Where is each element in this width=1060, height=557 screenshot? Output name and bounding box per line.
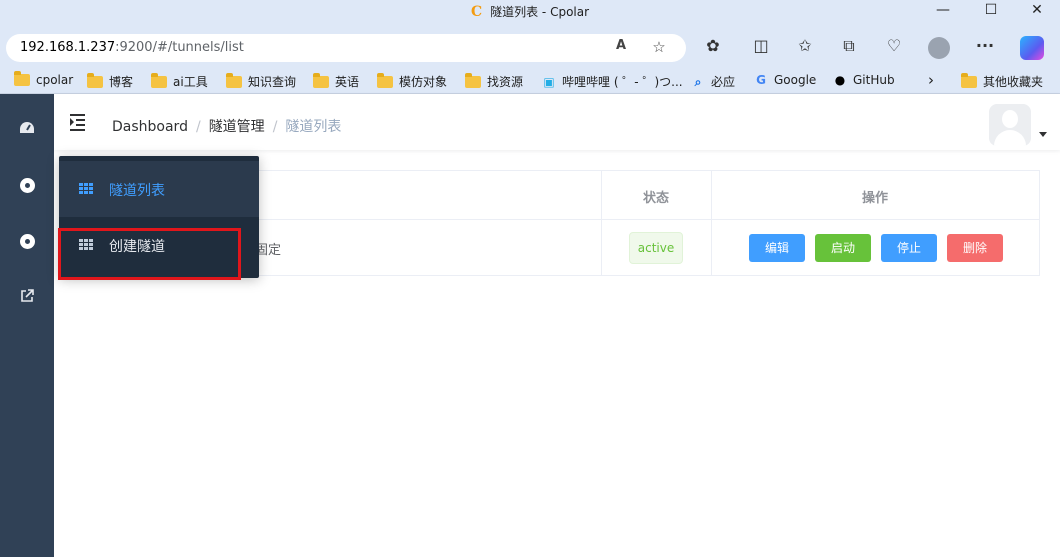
- bookmark-label: GitHub: [853, 73, 895, 87]
- more-menu-icon[interactable]: ···: [972, 36, 998, 58]
- cpolar-logo-icon: C: [470, 4, 483, 20]
- address-bar[interactable]: 192.168.1.237:9200/#/tunnels/list A ☆: [6, 34, 686, 62]
- breadcrumb-separator: /: [195, 119, 201, 135]
- bookmark-item[interactable]: ⌕ 必应: [690, 73, 735, 91]
- browser-toolbar: 192.168.1.237:9200/#/tunnels/list A ☆ ✿ …: [0, 22, 1060, 68]
- stop-button[interactable]: 停止: [881, 234, 937, 262]
- folder-icon: [151, 73, 167, 88]
- user-avatar[interactable]: [989, 104, 1031, 146]
- extensions-icon[interactable]: ✿: [700, 36, 726, 58]
- bookmark-item[interactable]: 博客: [87, 73, 133, 91]
- window-title: C 隧道列表 - Cpolar: [0, 3, 1060, 20]
- bookmark-label: ai工具: [173, 75, 208, 89]
- bookmark-item[interactable]: ai工具: [151, 73, 208, 91]
- bookmark-item[interactable]: 找资源: [465, 73, 523, 91]
- bookmark-label: 知识查询: [248, 75, 297, 89]
- url-text[interactable]: 192.168.1.237:9200/#/tunnels/list: [20, 40, 244, 55]
- favorite-star-icon[interactable]: ☆: [648, 38, 670, 58]
- folder-icon: [313, 73, 329, 88]
- submenu-item-tunnel-list[interactable]: 隧道列表: [59, 161, 259, 217]
- url-host: 192.168.1.237: [20, 40, 116, 55]
- github-icon: ●: [834, 73, 846, 87]
- bookmark-label: 英语: [335, 75, 360, 89]
- bookmark-item[interactable]: ▣ 哔哩哔哩 ( ゜- ゜)つ...: [541, 73, 683, 91]
- bookmark-label: 其他收藏夹: [983, 75, 1044, 89]
- bookmarks-overflow-chevron-icon[interactable]: ›: [928, 71, 934, 89]
- start-button[interactable]: 启动: [815, 234, 871, 262]
- grid-icon: [79, 183, 93, 196]
- tunnel-management-icon[interactable]: [17, 176, 37, 196]
- bookmark-item[interactable]: cpolar: [14, 71, 74, 91]
- google-icon: G: [756, 73, 766, 87]
- bookmark-label: cpolar: [36, 73, 74, 87]
- breadcrumb-dashboard[interactable]: Dashboard: [112, 119, 188, 135]
- folder-icon: [377, 73, 393, 88]
- status-badge: active: [629, 232, 683, 264]
- minimize-button[interactable]: —: [928, 2, 958, 20]
- browser-health-icon[interactable]: ♡: [881, 36, 907, 58]
- bookmark-label: Google: [774, 73, 817, 87]
- folder-icon: [465, 73, 481, 88]
- submenu-item-label: 隧道列表: [109, 183, 165, 199]
- caret-down-icon[interactable]: [1039, 132, 1047, 137]
- folder-icon: [87, 73, 103, 88]
- app-sidebar: [0, 94, 54, 557]
- edit-button[interactable]: 编辑: [749, 234, 805, 262]
- bookmark-label: 模仿对象: [399, 75, 448, 89]
- sidebar-toggle-icon[interactable]: [70, 114, 88, 131]
- bookmark-item[interactable]: 模仿对象: [377, 73, 447, 91]
- other-favorites-folder[interactable]: 其他收藏夹: [961, 73, 1043, 91]
- bookmark-label: 找资源: [487, 75, 524, 89]
- breadcrumb-tunnel-list: 隧道列表: [285, 119, 342, 135]
- external-link-icon[interactable]: [17, 288, 37, 308]
- bookmark-item[interactable]: 英语: [313, 73, 359, 91]
- split-screen-icon[interactable]: ◫: [748, 36, 774, 58]
- folder-icon: [226, 73, 242, 88]
- breadcrumb: Dashboard / 隧道管理 / 隧道列表: [112, 116, 341, 136]
- bilibili-icon: ▣: [543, 75, 555, 89]
- bing-search-icon: ⌕: [694, 75, 702, 89]
- highlight-annotation-box: [58, 228, 241, 280]
- bookmark-item[interactable]: ● GitHub: [832, 73, 895, 91]
- dashboard-gauge-icon[interactable]: [17, 120, 37, 140]
- bookmarks-bar: cpolar 博客 ai工具 知识查询 英语 模仿对象 找资源 ▣ 哔哩哔哩 ( …: [0, 68, 1060, 94]
- bookmark-item[interactable]: 知识查询: [226, 73, 296, 91]
- maximize-button[interactable]: ☐: [976, 2, 1006, 20]
- window-title-bar: C 隧道列表 - Cpolar — ☐ ✕: [0, 0, 1060, 22]
- url-path: :9200/#/tunnels/list: [115, 40, 244, 55]
- bookmark-label: 必应: [711, 75, 736, 89]
- breadcrumb-tunnel-management[interactable]: 隧道管理: [209, 119, 265, 135]
- column-header-status: 状态: [642, 191, 669, 206]
- profile-avatar-icon[interactable]: [928, 37, 950, 59]
- bookmark-label: 哔哩哔哩 ( ゜- ゜)つ...: [562, 75, 683, 89]
- copilot-icon[interactable]: [1020, 36, 1044, 60]
- folder-icon: [14, 71, 30, 86]
- column-header-actions: 操作: [861, 191, 888, 206]
- folder-icon: [961, 73, 977, 88]
- close-button[interactable]: ✕: [1022, 2, 1052, 20]
- window-title-text: 隧道列表 - Cpolar: [490, 5, 590, 19]
- collections-icon[interactable]: ⧉: [836, 36, 862, 58]
- delete-button[interactable]: 删除: [947, 234, 1003, 262]
- top-navbar: Dashboard / 隧道管理 / 隧道列表: [54, 94, 1060, 150]
- bookmark-item[interactable]: G Google: [753, 73, 816, 91]
- read-aloud-icon[interactable]: A: [610, 38, 632, 58]
- breadcrumb-separator: /: [272, 119, 278, 135]
- favorites-icon[interactable]: ✩: [792, 36, 818, 58]
- bookmark-label: 博客: [109, 75, 134, 89]
- status-icon[interactable]: [17, 232, 37, 252]
